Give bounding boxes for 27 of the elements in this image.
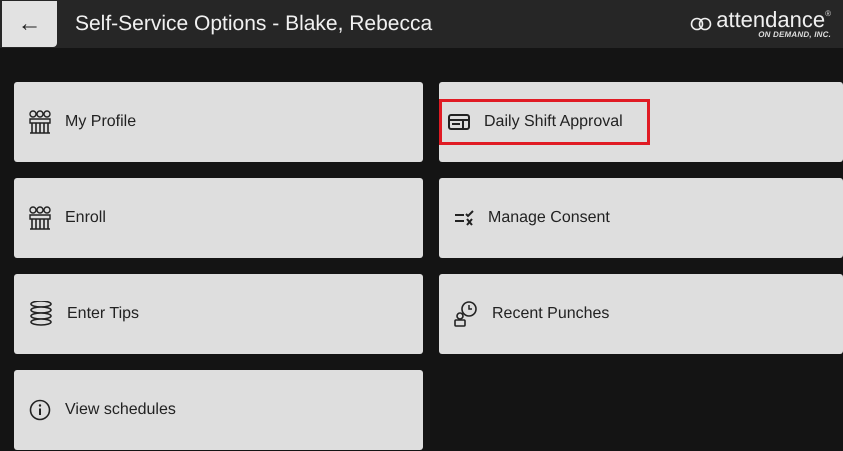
option-tile[interactable]: Manage Consent bbox=[439, 178, 843, 258]
option-tile[interactable]: Recent Punches bbox=[439, 274, 843, 354]
registered-mark: ® bbox=[825, 9, 831, 19]
option-tile[interactable]: Enter Tips bbox=[14, 274, 423, 354]
coins-icon bbox=[29, 301, 53, 327]
option-tile[interactable]: Enroll bbox=[14, 178, 423, 258]
option-label: Daily Shift Approval bbox=[439, 99, 650, 145]
option-label: Recent Punches bbox=[451, 298, 612, 330]
option-tile[interactable]: View schedules bbox=[14, 370, 423, 450]
option-tile[interactable]: My Profile bbox=[14, 82, 423, 162]
option-label: Enroll bbox=[26, 203, 109, 233]
logo-name: attendance bbox=[716, 9, 826, 31]
logo-tagline: ON DEMAND, INC. bbox=[758, 31, 831, 39]
window-title: Self-Service Options - Blake, Rebecca bbox=[75, 11, 432, 38]
option-tile[interactable]: Daily Shift Approval bbox=[439, 82, 843, 162]
option-label: View schedules bbox=[26, 395, 179, 425]
info-icon bbox=[29, 399, 51, 421]
back-button[interactable]: ← bbox=[2, 1, 57, 47]
card-icon bbox=[448, 114, 470, 130]
checklist-icon bbox=[454, 210, 474, 226]
people-icon bbox=[29, 110, 51, 134]
option-label: Enter Tips bbox=[26, 298, 142, 330]
people-icon bbox=[29, 206, 51, 230]
option-label: Manage Consent bbox=[451, 203, 613, 233]
option-label: My Profile bbox=[26, 107, 140, 137]
clock-person-icon bbox=[454, 301, 478, 327]
logo-icon bbox=[690, 16, 712, 32]
